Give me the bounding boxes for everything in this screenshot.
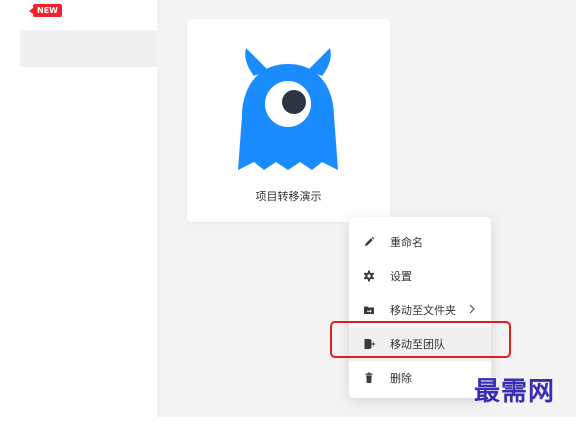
project-title: 项目转移演示 bbox=[255, 190, 322, 203]
menu-item-rename[interactable]: 重命名 bbox=[349, 225, 491, 259]
pencil-icon bbox=[363, 236, 375, 248]
chevron-right-icon bbox=[469, 304, 475, 314]
menu-item-delete[interactable]: 删除 bbox=[349, 361, 491, 395]
menu-item-settings[interactable]: 设置 bbox=[349, 259, 491, 293]
menu-item-label: 设置 bbox=[390, 270, 412, 283]
watermark-text: 最需网 bbox=[474, 377, 556, 407]
menu-item-label: 移动至文件夹 bbox=[390, 304, 456, 317]
menu-item-move-to-folder[interactable]: 移动至文件夹 bbox=[349, 293, 491, 327]
context-menu: 重命名 设置 移动至文件夹 移动至团队 删除 bbox=[349, 217, 491, 398]
folder-move-icon bbox=[363, 304, 375, 316]
sidebar: NEW bbox=[0, 0, 157, 426]
menu-item-label: 重命名 bbox=[390, 236, 423, 249]
exit-icon bbox=[363, 338, 375, 350]
project-card[interactable]: 项目转移演示 bbox=[187, 19, 390, 222]
menu-item-label: 移动至团队 bbox=[390, 338, 445, 351]
gear-icon bbox=[363, 270, 375, 282]
menu-item-move-to-team[interactable]: 移动至团队 bbox=[349, 327, 491, 361]
trash-icon bbox=[363, 372, 375, 384]
right-edge bbox=[576, 0, 586, 426]
sidebar-item-active[interactable] bbox=[20, 30, 157, 67]
new-badge: NEW bbox=[29, 4, 62, 17]
menu-item-label: 删除 bbox=[390, 372, 412, 385]
monster-mascot-icon bbox=[238, 48, 338, 170]
